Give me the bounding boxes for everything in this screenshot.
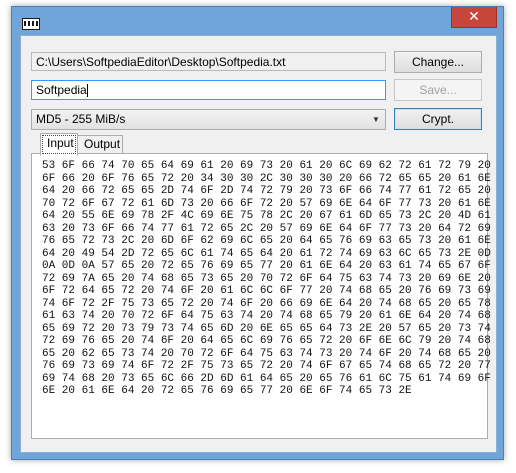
app-window: ✕ C:\Users\SoftpediaEditor\Desktop\Softp… [11, 6, 504, 460]
close-icon: ✕ [468, 9, 480, 25]
hex-line: 64 20 55 6E 69 78 2F 4C 69 6E 75 78 2C 2… [42, 210, 491, 222]
hex-line: 6F 72 64 65 72 20 74 6F 20 61 6C 6C 6F 7… [42, 285, 491, 297]
hex-line: 74 6F 72 2F 75 73 65 72 20 74 6F 20 66 6… [42, 297, 491, 310]
hex-line: 76 65 72 73 2C 20 6D 6F 62 69 6C 65 20 6… [42, 235, 491, 247]
password-value: Softpedia [36, 83, 87, 97]
chevron-down-icon: ▼ [372, 115, 380, 124]
hex-line: 6F 66 20 6F 76 65 72 20 34 30 30 2C 30 3… [42, 172, 491, 185]
tab-input[interactable]: Input [40, 133, 78, 156]
text-caret [86, 84, 88, 98]
change-file-button[interactable]: Change... [394, 51, 482, 73]
title-bar[interactable]: ✕ [12, 7, 503, 35]
hex-line: 69 74 68 20 73 65 6C 66 2D 6D 61 64 65 2… [42, 372, 491, 385]
close-button[interactable]: ✕ [451, 7, 497, 28]
app-icon [22, 18, 40, 30]
algorithm-select[interactable]: MD5 - 255 MiB/s ▼ [31, 109, 386, 130]
hex-line: 70 72 6F 67 72 61 6D 73 20 66 6F 72 20 5… [42, 197, 491, 210]
hex-line: 0A 0D 0A 57 65 20 72 65 76 69 65 77 20 6… [42, 260, 491, 272]
hex-line: 6E 20 61 6E 64 20 72 65 76 69 65 77 20 6… [42, 385, 412, 397]
file-path-field[interactable]: C:\Users\SoftpediaEditor\Desktop\Softped… [31, 52, 386, 71]
hex-line: 53 6F 66 74 70 65 64 69 61 20 69 73 20 6… [42, 160, 491, 172]
hex-line: 76 69 73 69 74 6F 72 2F 75 73 65 72 20 7… [42, 360, 491, 372]
hex-line: 72 69 7A 65 20 74 68 65 73 65 20 70 72 6… [42, 272, 491, 285]
hex-line: 63 20 73 6F 66 74 77 61 72 65 2C 20 57 6… [42, 222, 491, 235]
hex-line: 72 69 76 65 20 74 6F 20 64 65 6C 69 76 6… [42, 335, 491, 347]
hex-line: 61 63 74 20 70 72 6F 64 75 63 74 20 74 6… [42, 310, 491, 322]
algorithm-selected-value: MD5 - 255 MiB/s [36, 112, 126, 126]
tab-output[interactable]: Output [77, 135, 123, 154]
hex-line: 64 20 66 72 65 65 2D 74 6F 2D 74 72 79 2… [42, 185, 491, 197]
hex-line: 65 69 72 20 73 79 73 74 65 6D 20 6E 65 6… [42, 322, 491, 335]
hex-line: 64 20 49 54 2D 72 65 6C 61 74 65 64 20 6… [42, 247, 491, 260]
password-input[interactable]: Softpedia [31, 80, 386, 100]
hex-view[interactable]: 53 6F 66 74 70 65 64 69 61 20 69 73 20 6… [42, 160, 491, 398]
hex-line: 65 20 62 65 73 74 20 70 72 6F 64 75 63 7… [42, 347, 491, 360]
input-tab-panel: 53 6F 66 74 70 65 64 69 61 20 69 73 20 6… [31, 153, 491, 439]
save-button[interactable]: Save... [394, 79, 482, 101]
crypt-button[interactable]: Crypt. [394, 108, 482, 130]
